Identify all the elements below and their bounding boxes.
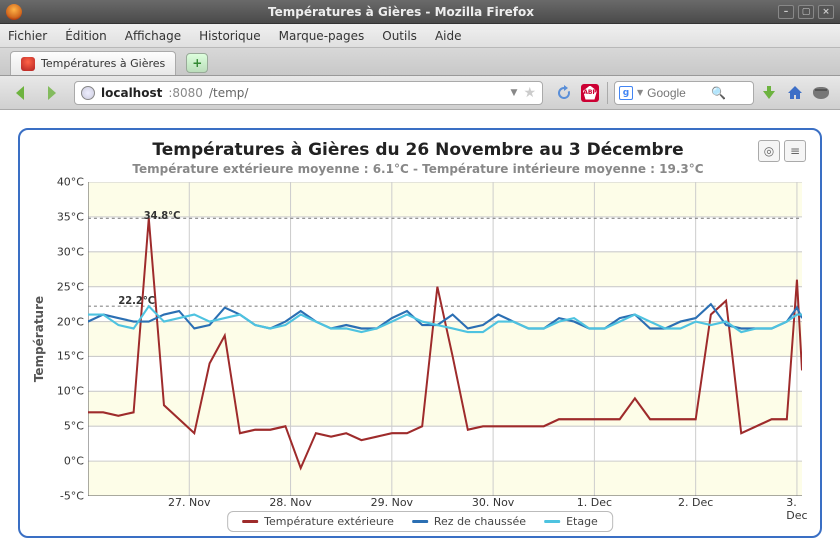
legend-rdc[interactable]: Rez de chaussée bbox=[412, 515, 526, 528]
bookmark-star-icon[interactable]: ★ bbox=[523, 85, 536, 101]
x-tick: 28. Nov bbox=[269, 496, 311, 509]
search-engine-dropdown-icon[interactable]: ▼ bbox=[637, 88, 643, 97]
adblock-icon[interactable] bbox=[579, 82, 601, 104]
forward-button[interactable] bbox=[38, 82, 64, 104]
search-engine-icon[interactable]: g bbox=[619, 86, 633, 100]
close-button[interactable]: × bbox=[818, 5, 834, 19]
chart-menu-button[interactable]: ≡ bbox=[784, 140, 806, 162]
x-tick: 3. Dec bbox=[786, 496, 807, 522]
reload-button[interactable] bbox=[553, 82, 575, 104]
y-tick: 5°C bbox=[64, 420, 84, 433]
tab-title: Températures à Gières bbox=[41, 57, 165, 70]
chart-subtitle: Température extérieure moyenne : 6.1°C -… bbox=[30, 162, 806, 176]
menubar: Fichier Édition Affichage Historique Mar… bbox=[0, 24, 840, 48]
url-port: :8080 bbox=[168, 86, 203, 100]
svg-text:34.8°C: 34.8°C bbox=[144, 210, 181, 223]
chart-plot[interactable]: 34.8°C 22.2°C bbox=[88, 182, 802, 496]
y-axis-label: Température bbox=[30, 182, 48, 496]
chart-card: ◎ ≡ Températures à Gières du 26 Novembre… bbox=[18, 128, 822, 538]
y-tick: 30°C bbox=[57, 245, 84, 258]
maximize-button[interactable]: ▢ bbox=[798, 5, 814, 19]
url-host: localhost bbox=[101, 86, 162, 100]
new-tab-button[interactable]: + bbox=[186, 53, 208, 73]
page-content: ◎ ≡ Températures à Gières du 26 Novembre… bbox=[0, 110, 840, 556]
minimize-button[interactable]: – bbox=[778, 5, 794, 19]
downloads-button[interactable] bbox=[758, 82, 780, 104]
y-axis-ticks: -5°C0°C5°C10°C15°C20°C25°C30°C35°C40°C bbox=[48, 182, 88, 496]
svg-text:22.2°C: 22.2°C bbox=[118, 295, 155, 308]
menu-edition[interactable]: Édition bbox=[65, 29, 107, 43]
chart-legend: Température extérieure Rez de chaussée E… bbox=[227, 511, 613, 532]
nav-toolbar: localhost :8080/temp/ ▼ ★ g ▼ 🔍 bbox=[0, 76, 840, 110]
addon-icon[interactable] bbox=[810, 82, 832, 104]
chart-title: Températures à Gières du 26 Novembre au … bbox=[30, 140, 806, 160]
x-tick: 27. Nov bbox=[168, 496, 210, 509]
y-tick: -5°C bbox=[60, 490, 84, 503]
menu-affichage[interactable]: Affichage bbox=[125, 29, 181, 43]
search-go-icon[interactable]: 🔍 bbox=[711, 86, 726, 100]
menu-fichier[interactable]: Fichier bbox=[8, 29, 47, 43]
y-tick: 10°C bbox=[57, 385, 84, 398]
chart-button-circle[interactable]: ◎ bbox=[758, 140, 780, 162]
y-tick: 40°C bbox=[57, 176, 84, 189]
tab-favicon bbox=[21, 57, 35, 71]
menu-aide[interactable]: Aide bbox=[435, 29, 462, 43]
tabbar: Températures à Gières + bbox=[0, 48, 840, 76]
x-tick: 2. Dec bbox=[678, 496, 713, 509]
search-box[interactable]: g ▼ 🔍 bbox=[614, 81, 754, 105]
menu-marquepages[interactable]: Marque-pages bbox=[279, 29, 365, 43]
tab-0[interactable]: Températures à Gières bbox=[10, 51, 176, 75]
search-input[interactable] bbox=[647, 86, 707, 100]
y-tick: 20°C bbox=[57, 315, 84, 328]
home-button[interactable] bbox=[784, 82, 806, 104]
y-tick: 15°C bbox=[57, 350, 84, 363]
toolbar-divider bbox=[607, 82, 608, 104]
x-tick: 29. Nov bbox=[371, 496, 413, 509]
window-title: Températures à Gières - Mozilla Firefox bbox=[28, 5, 774, 19]
menu-historique[interactable]: Historique bbox=[199, 29, 261, 43]
firefox-icon bbox=[6, 4, 22, 20]
y-tick: 0°C bbox=[64, 455, 84, 468]
dropdown-icon[interactable]: ▼ bbox=[511, 88, 518, 98]
legend-etage[interactable]: Etage bbox=[544, 515, 598, 528]
url-bar[interactable]: localhost :8080/temp/ ▼ ★ bbox=[74, 81, 543, 105]
x-tick: 1. Dec bbox=[577, 496, 612, 509]
legend-exterior[interactable]: Température extérieure bbox=[242, 515, 394, 528]
site-identity-icon bbox=[81, 86, 95, 100]
back-button[interactable] bbox=[8, 82, 34, 104]
y-tick: 25°C bbox=[57, 280, 84, 293]
y-tick: 35°C bbox=[57, 210, 84, 223]
menu-outils[interactable]: Outils bbox=[382, 29, 417, 43]
plot-area: Température -5°C0°C5°C10°C15°C20°C25°C30… bbox=[30, 182, 802, 496]
x-tick: 30. Nov bbox=[472, 496, 514, 509]
window-titlebar: Températures à Gières - Mozilla Firefox … bbox=[0, 0, 840, 24]
url-path: /temp/ bbox=[209, 86, 248, 100]
